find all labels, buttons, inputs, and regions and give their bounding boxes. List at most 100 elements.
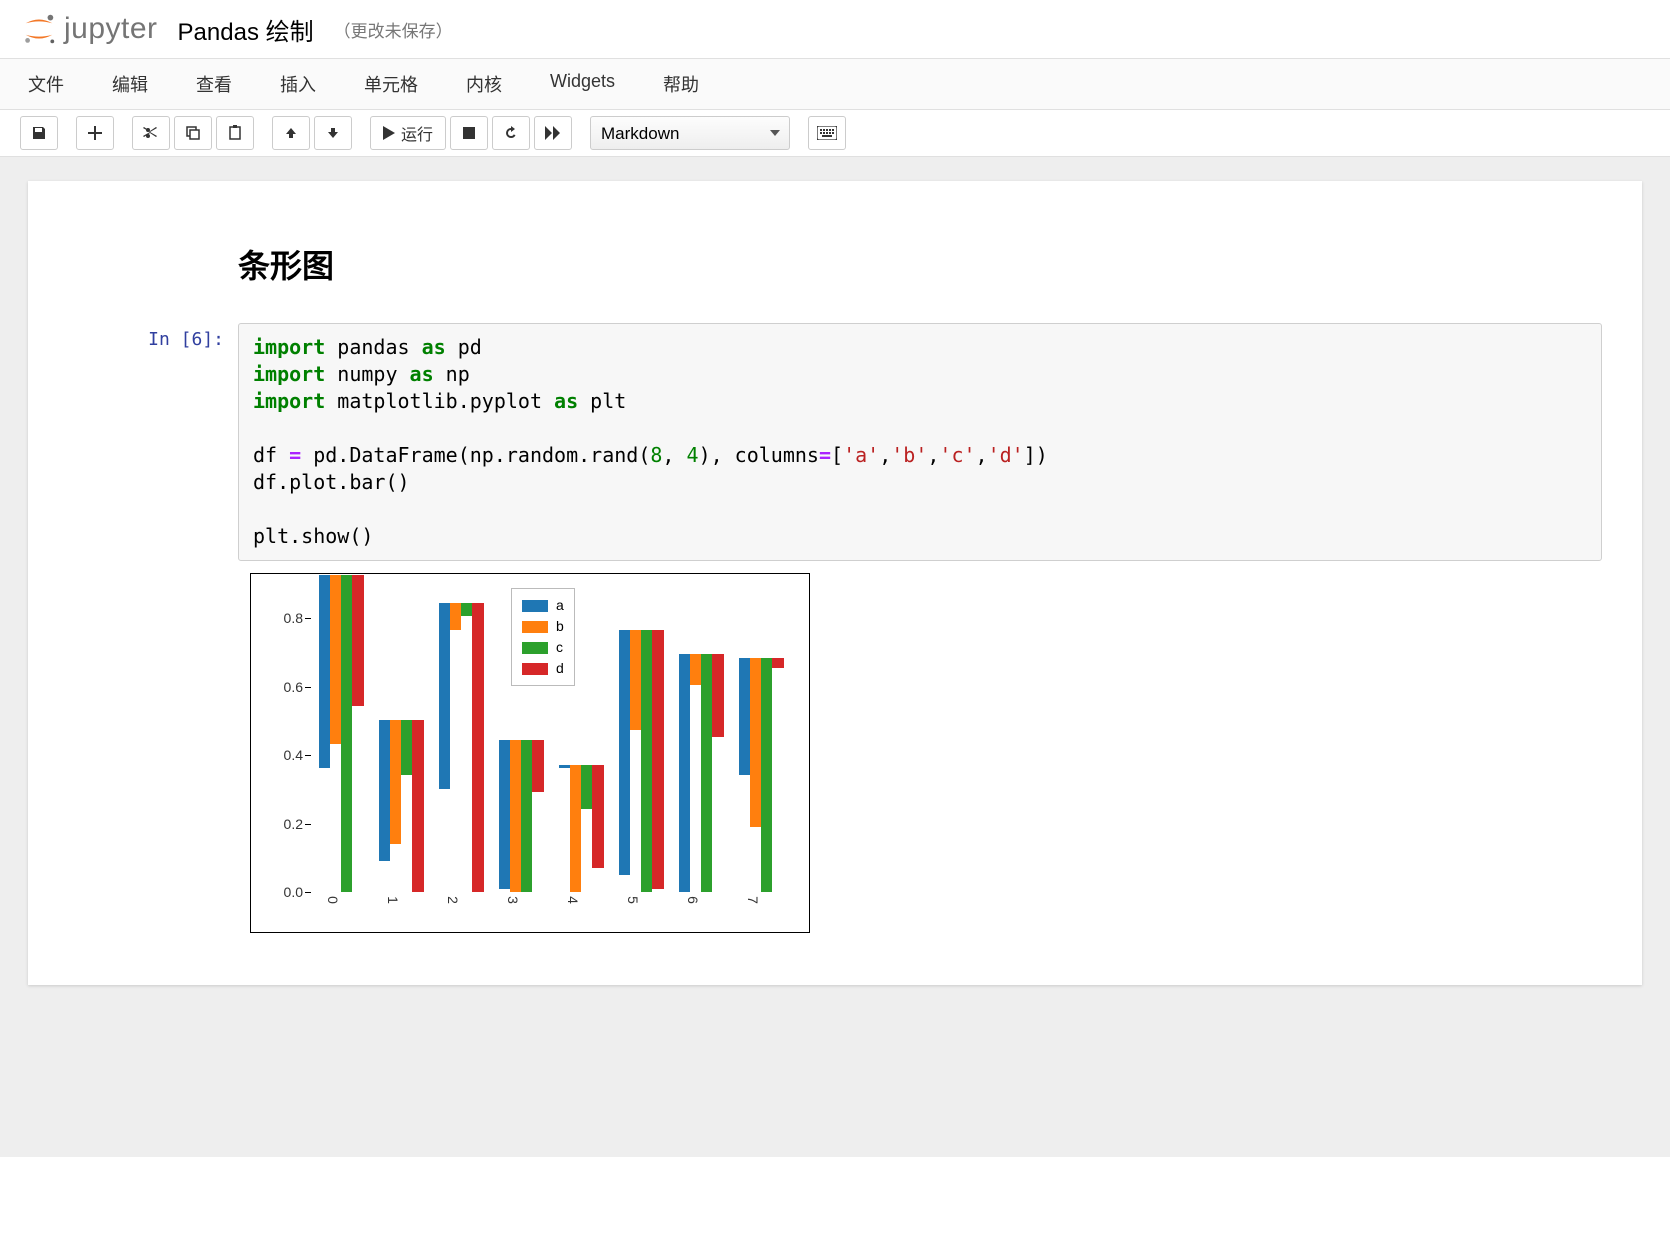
add-cell-button[interactable]	[76, 116, 114, 150]
menu-widgets[interactable]: Widgets	[542, 59, 623, 109]
arrow-down-icon	[326, 126, 340, 140]
restart-icon	[503, 125, 519, 141]
legend-swatch	[522, 663, 548, 675]
save-button[interactable]	[20, 116, 58, 150]
legend-swatch	[522, 642, 548, 654]
code-cell[interactable]: In [6]: import pandas as pd import numpy…	[68, 323, 1602, 933]
x-tick-label: 4	[565, 896, 581, 904]
bar-a	[439, 603, 450, 789]
workspace: 条形图 In [6]: import pandas as pd import n…	[0, 157, 1670, 1157]
command-palette-button[interactable]	[808, 116, 846, 150]
x-tick-label: 7	[745, 896, 761, 904]
run-label: 运行	[401, 121, 433, 145]
move-up-button[interactable]	[272, 116, 310, 150]
y-tick-label: 0.6	[284, 679, 303, 695]
paste-button[interactable]	[216, 116, 254, 150]
toolbar: 运行 Markdown	[0, 110, 1670, 157]
menu-insert[interactable]: 插入	[272, 59, 324, 109]
bar-d	[772, 658, 783, 668]
bar-d	[412, 720, 423, 892]
menubar: 文件 编辑 查看 插入 单元格 内核 Widgets 帮助	[0, 58, 1670, 110]
legend-label: a	[556, 595, 564, 616]
bar-c	[461, 603, 472, 617]
bar-group	[319, 575, 364, 892]
stop-icon	[462, 126, 476, 140]
bar-d	[532, 740, 543, 792]
markdown-cell[interactable]: 条形图	[68, 221, 1602, 311]
bar-c	[341, 575, 352, 892]
input-prompt: In [6]:	[68, 323, 238, 933]
bar-group	[379, 720, 424, 892]
cut-button[interactable]	[132, 116, 170, 150]
bar-a	[499, 740, 510, 888]
output-area: 0.00.20.40.60.8 01234567 abcd	[238, 561, 1602, 933]
bar-a	[619, 630, 630, 875]
bar-b	[390, 720, 401, 844]
x-tick-label: 1	[385, 896, 401, 904]
restart-run-all-button[interactable]	[534, 116, 572, 150]
bar-a	[679, 654, 690, 892]
bar-d	[352, 575, 363, 706]
menu-help[interactable]: 帮助	[655, 59, 707, 109]
bar-a	[739, 658, 750, 775]
menu-view[interactable]: 查看	[188, 59, 240, 109]
copy-button[interactable]	[174, 116, 212, 150]
bar-d	[592, 765, 603, 868]
legend-label: c	[556, 637, 563, 658]
menu-cell[interactable]: 单元格	[356, 59, 426, 109]
chart-legend: abcd	[511, 588, 575, 686]
arrow-up-icon	[284, 126, 298, 140]
legend-label: b	[556, 616, 564, 637]
run-button[interactable]: 运行	[370, 116, 446, 150]
bar-b	[630, 630, 641, 730]
x-axis: 01234567	[311, 892, 789, 932]
legend-swatch	[522, 600, 548, 612]
bar-c	[581, 765, 592, 810]
section-heading: 条形图	[238, 241, 1602, 287]
legend-entry: b	[522, 616, 564, 637]
bar-a	[379, 720, 390, 861]
legend-entry: a	[522, 595, 564, 616]
bar-a	[319, 575, 330, 768]
bar-b	[690, 654, 701, 685]
cell-type-select[interactable]: Markdown	[590, 116, 790, 150]
bar-group	[439, 603, 484, 892]
move-down-button[interactable]	[314, 116, 352, 150]
notebook-title[interactable]: Pandas 绘制	[178, 12, 314, 47]
y-axis: 0.00.20.40.60.8	[251, 584, 311, 892]
restart-button[interactable]	[492, 116, 530, 150]
legend-swatch	[522, 621, 548, 633]
plus-icon	[88, 126, 102, 140]
x-tick-label: 2	[445, 896, 461, 904]
menu-edit[interactable]: 编辑	[104, 59, 156, 109]
bar-c	[401, 720, 412, 775]
bar-group	[619, 630, 664, 892]
x-tick-label: 3	[505, 896, 521, 904]
legend-label: d	[556, 658, 564, 679]
x-tick-label: 5	[625, 896, 641, 904]
keyboard-icon	[817, 126, 837, 140]
menu-file[interactable]: 文件	[20, 59, 72, 109]
bar-c	[761, 658, 772, 892]
y-tick-label: 0.4	[284, 747, 303, 763]
save-icon	[31, 125, 47, 141]
legend-entry: c	[522, 637, 564, 658]
interrupt-button[interactable]	[450, 116, 488, 150]
bar-chart: 0.00.20.40.60.8 01234567 abcd	[250, 573, 810, 933]
menu-kernel[interactable]: 内核	[458, 59, 510, 109]
jupyter-logo[interactable]: jupyter	[20, 10, 158, 48]
bar-d	[472, 603, 483, 892]
y-tick-label: 0.2	[284, 816, 303, 832]
legend-entry: d	[522, 658, 564, 679]
x-tick-label: 0	[325, 896, 341, 904]
bar-b	[330, 575, 341, 744]
bar-d	[652, 630, 663, 888]
bar-group	[679, 654, 724, 892]
bar-group	[499, 740, 544, 892]
md-prompt	[68, 221, 238, 311]
notebook-container: 条形图 In [6]: import pandas as pd import n…	[28, 181, 1642, 985]
code-input[interactable]: import pandas as pd import numpy as np i…	[238, 323, 1602, 561]
bar-b	[570, 765, 581, 892]
y-tick-label: 0.0	[284, 884, 303, 900]
bar-b	[510, 740, 521, 892]
